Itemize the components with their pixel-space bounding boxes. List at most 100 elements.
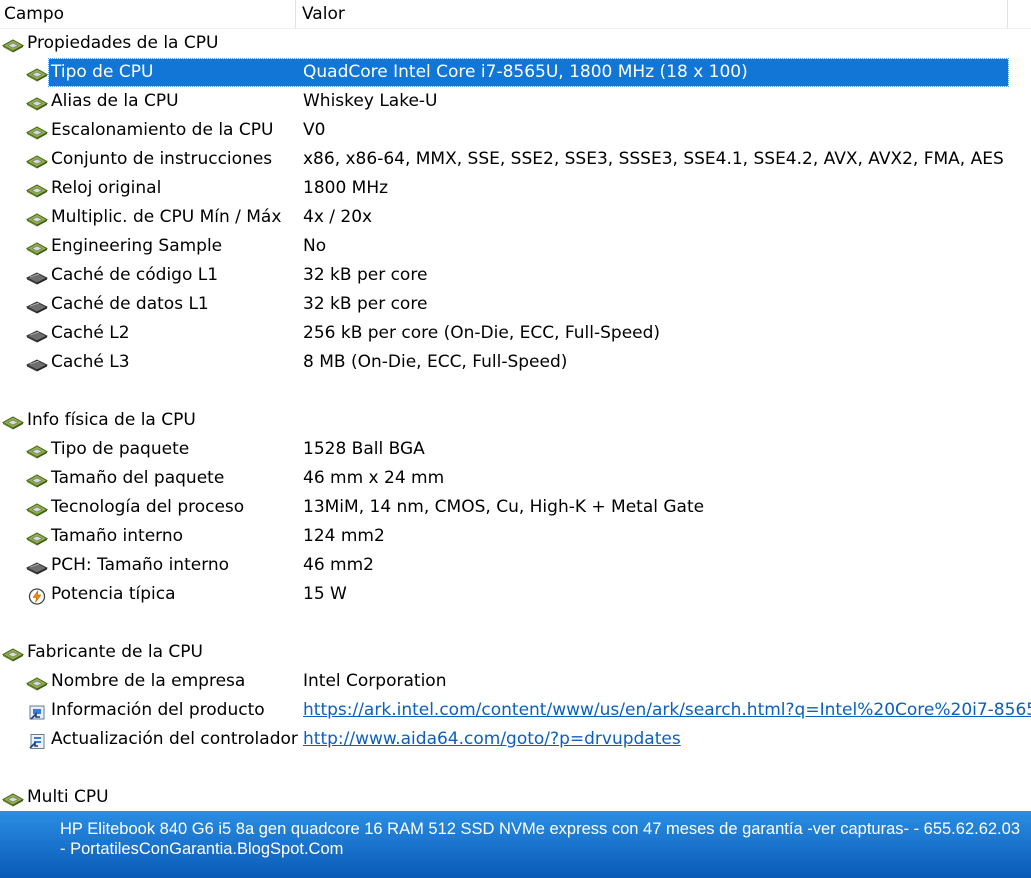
list-item[interactable]: Caché de código L1 32 kB per core bbox=[0, 261, 1031, 290]
field-label: Multiplic. de CPU Mín / Máx bbox=[51, 207, 282, 227]
field-label: Propiedades de la CPU bbox=[27, 33, 219, 53]
list-item[interactable]: Potencia típica 15 W bbox=[0, 580, 1031, 609]
field-label: Caché de código L1 bbox=[51, 265, 219, 285]
list-item[interactable]: Tipo de CPU QuadCore Intel Core i7-8565U,… bbox=[0, 58, 1031, 87]
field-value: No bbox=[303, 236, 327, 256]
field-value: Intel Corporation bbox=[303, 671, 447, 691]
field-label: Potencia típica bbox=[51, 584, 176, 604]
field-label: Fabricante de la CPU bbox=[27, 642, 203, 662]
section-header[interactable]: Propiedades de la CPU bbox=[0, 29, 1031, 58]
cpu-chip-icon bbox=[25, 180, 49, 198]
field-value: 8 MB (On-Die, ECC, Full-Speed) bbox=[303, 352, 568, 372]
field-value: 32 kB per core bbox=[303, 265, 428, 285]
field-label: Escalonamiento de la CPU bbox=[51, 120, 274, 140]
list-item[interactable]: Engineering Sample No bbox=[0, 232, 1031, 261]
field-label: Reloj original bbox=[51, 178, 162, 198]
field-label: Multi CPU bbox=[27, 787, 109, 807]
list-item[interactable]: Conjunto de instrucciones x86, x86-64, MM… bbox=[0, 145, 1031, 174]
field-value: 4x / 20x bbox=[303, 207, 373, 227]
list-header: Campo Valor bbox=[0, 0, 1031, 29]
list-item[interactable]: Nombre de la empresa Intel Corporation bbox=[0, 667, 1031, 696]
field-value: 1800 MHz bbox=[303, 178, 389, 198]
field-label: Tamaño del paquete bbox=[51, 468, 225, 488]
field-label: Info física de la CPU bbox=[27, 410, 196, 430]
column-header-field[interactable]: Campo bbox=[0, 0, 296, 29]
value-link[interactable]: http://www.aida64.com/goto/?p=drvupdates bbox=[303, 725, 681, 754]
field-label: Tamaño interno bbox=[51, 526, 184, 546]
field-value: 46 mm x 24 mm bbox=[303, 468, 445, 488]
section-header[interactable]: Fabricante de la CPU bbox=[0, 638, 1031, 667]
field-label: Información del producto bbox=[51, 700, 265, 720]
section-header[interactable]: Multi CPU bbox=[0, 783, 1031, 812]
list-item[interactable]: Alias de la CPU Whiskey Lake-U bbox=[0, 87, 1031, 116]
memory-chip-icon bbox=[25, 354, 49, 372]
field-label: Caché L3 bbox=[51, 352, 130, 372]
spacer-row bbox=[0, 377, 1031, 406]
memory-chip-icon bbox=[25, 325, 49, 343]
list-item[interactable]: Caché de datos L1 32 kB per core bbox=[0, 290, 1031, 319]
field-label: Tipo de CPU bbox=[51, 62, 154, 82]
memory-chip-icon bbox=[25, 296, 49, 314]
field-label: Tecnología del proceso bbox=[51, 497, 245, 517]
column-header-value[interactable]: Valor bbox=[297, 0, 1008, 29]
cpu-chip-icon bbox=[25, 470, 49, 488]
list-item[interactable]: Multiplic. de CPU Mín / Máx 4x / 20x bbox=[0, 203, 1031, 232]
product-info-icon bbox=[26, 702, 48, 720]
spacer-row bbox=[0, 609, 1031, 638]
value-link[interactable]: https://ark.intel.com/content/www/us/en/… bbox=[303, 696, 1031, 725]
cpu-chip-icon bbox=[25, 93, 49, 111]
field-label: PCH: Tamaño interno bbox=[51, 555, 230, 575]
column-header-field-label: Campo bbox=[4, 4, 65, 24]
field-value: 46 mm2 bbox=[303, 555, 374, 575]
cpu-chip-icon bbox=[25, 528, 49, 546]
field-value: 256 kB per core (On-Die, ECC, Full-Speed… bbox=[303, 323, 661, 343]
power-icon bbox=[26, 586, 48, 605]
field-label: Caché L2 bbox=[51, 323, 130, 343]
field-label: Caché de datos L1 bbox=[51, 294, 209, 314]
cpu-chip-icon bbox=[25, 122, 49, 140]
details-list: Propiedades de la CPU Tipo de CPU QuadCore… bbox=[0, 29, 1031, 812]
field-value: x86, x86-64, MMX, SSE, SSE2, SSE3, SSSE3… bbox=[303, 149, 1004, 169]
list-item[interactable]: Caché L2 256 kB per core (On-Die, ECC, Fu… bbox=[0, 319, 1031, 348]
field-label: Tipo de paquete bbox=[51, 439, 190, 459]
cpu-chip-icon bbox=[25, 673, 49, 691]
field-value: 32 kB per core bbox=[303, 294, 428, 314]
list-item[interactable]: Información del producto https://ark.inte… bbox=[0, 696, 1031, 725]
field-value: 15 W bbox=[303, 584, 347, 604]
driver-update-icon bbox=[26, 731, 48, 749]
field-value: 13MiM, 14 nm, CMOS, Cu, High-K + Metal G… bbox=[303, 497, 705, 517]
list-item[interactable]: Tecnología del proceso 13MiM, 14 nm, CMOS… bbox=[0, 493, 1031, 522]
field-label: Nombre de la empresa bbox=[51, 671, 246, 691]
aida64-cpu-details-window: Campo Valor Propiedades de la CPU Tipo de… bbox=[0, 0, 1031, 878]
section-header[interactable]: Info física de la CPU bbox=[0, 406, 1031, 435]
cpu-chip-icon bbox=[25, 64, 49, 82]
footer-banner-text: HP Elitebook 840 G6 i5 8a gen quadcore 1… bbox=[60, 820, 1020, 858]
field-label: Actualización del controlador bbox=[51, 729, 298, 749]
field-value: 1528 Ball BGA bbox=[303, 439, 425, 459]
field-label: Alias de la CPU bbox=[51, 91, 179, 111]
spacer-row bbox=[0, 754, 1031, 783]
cpu-chip-icon bbox=[1, 412, 25, 430]
cpu-chip-icon bbox=[25, 499, 49, 517]
list-item[interactable]: PCH: Tamaño interno 46 mm2 bbox=[0, 551, 1031, 580]
list-item[interactable]: Escalonamiento de la CPU V0 bbox=[0, 116, 1031, 145]
cpu-chip-icon bbox=[1, 35, 25, 53]
field-label: Conjunto de instrucciones bbox=[51, 149, 273, 169]
field-value: QuadCore Intel Core i7-8565U, 1800 MHz (… bbox=[303, 62, 748, 82]
memory-chip-icon bbox=[25, 267, 49, 285]
memory-chip-icon bbox=[25, 557, 49, 575]
list-item[interactable]: Tipo de paquete 1528 Ball BGA bbox=[0, 435, 1031, 464]
list-item[interactable]: Tamaño del paquete 46 mm x 24 mm bbox=[0, 464, 1031, 493]
cpu-chip-icon bbox=[25, 238, 49, 256]
list-item[interactable]: Tamaño interno 124 mm2 bbox=[0, 522, 1031, 551]
cpu-chip-icon bbox=[25, 209, 49, 227]
list-item[interactable]: Actualización del controlador http://www.… bbox=[0, 725, 1031, 754]
cpu-chip-icon bbox=[25, 151, 49, 169]
field-label: Engineering Sample bbox=[51, 236, 223, 256]
cpu-chip-icon bbox=[1, 644, 25, 662]
field-value: Whiskey Lake-U bbox=[303, 91, 438, 111]
list-item[interactable]: Caché L3 8 MB (On-Die, ECC, Full-Speed) bbox=[0, 348, 1031, 377]
list-item[interactable]: Reloj original 1800 MHz bbox=[0, 174, 1031, 203]
field-value: 124 mm2 bbox=[303, 526, 385, 546]
cpu-chip-icon bbox=[25, 441, 49, 459]
